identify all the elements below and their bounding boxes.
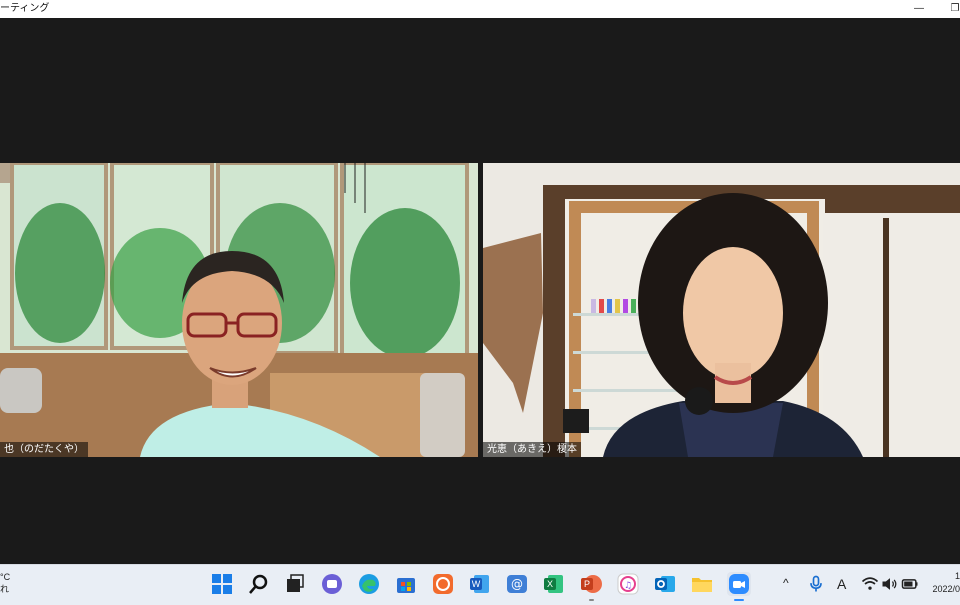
- weather-temp: °C: [0, 572, 11, 582]
- svg-text:X: X: [547, 579, 553, 589]
- minimize-button[interactable]: —: [904, 0, 934, 18]
- clock[interactable]: 1 2022/0: [924, 570, 960, 596]
- ime-indicator[interactable]: A: [837, 576, 846, 592]
- window-title: ーティング: [0, 3, 50, 14]
- file-explorer-icon[interactable]: [690, 572, 714, 596]
- active-indicator: [734, 599, 744, 601]
- teams-chat-icon[interactable]: [320, 572, 344, 596]
- search-icon[interactable]: [247, 572, 271, 596]
- svg-text:♫: ♫: [624, 581, 632, 591]
- word-icon[interactable]: W: [468, 572, 492, 596]
- video-frame-right: [483, 163, 960, 457]
- outlook-icon[interactable]: [653, 572, 677, 596]
- microphone-icon[interactable]: [806, 574, 826, 594]
- zoom-icon[interactable]: [727, 572, 751, 601]
- svg-text:W: W: [472, 579, 481, 589]
- weather-condition: れ: [0, 584, 10, 594]
- taskbar: °C れ W @ X P ♫ ^ A 1 2022/0: [0, 564, 960, 605]
- app-orange-icon[interactable]: [431, 572, 455, 596]
- weather-widget[interactable]: °C れ: [0, 571, 10, 595]
- task-view-icon[interactable]: [283, 572, 307, 596]
- video-tile-left[interactable]: 也（のだたくや）: [0, 163, 478, 457]
- participant-name-left: 也（のだたくや）: [0, 442, 88, 457]
- itunes-icon[interactable]: ♫: [616, 572, 640, 596]
- video-tile-right[interactable]: 光恵（あきえ）榎本: [483, 163, 960, 457]
- video-frame-left: [0, 163, 478, 457]
- powerpoint-icon[interactable]: P: [579, 572, 603, 601]
- restore-button[interactable]: ❐: [940, 0, 960, 18]
- wifi-icon[interactable]: [860, 574, 880, 594]
- title-bar: ーティング — ❐: [0, 0, 960, 18]
- mail-at-icon[interactable]: @: [505, 572, 529, 596]
- clock-date: 2022/0: [932, 584, 960, 594]
- store-icon[interactable]: [394, 572, 418, 596]
- excel-icon[interactable]: X: [542, 572, 566, 596]
- running-indicator: [589, 599, 594, 601]
- volume-icon[interactable]: [880, 574, 900, 594]
- start-icon[interactable]: [210, 572, 234, 596]
- svg-text:P: P: [584, 579, 590, 589]
- clock-time: 1: [954, 571, 960, 581]
- tray-chevron-icon[interactable]: ^: [783, 576, 789, 590]
- svg-text:@: @: [511, 577, 523, 591]
- meeting-stage: 也（のだたくや） 光恵（あきえ）榎本: [0, 18, 960, 564]
- battery-icon[interactable]: [900, 574, 920, 594]
- participant-name-right: 光恵（あきえ）榎本: [483, 442, 581, 457]
- edge-icon[interactable]: [357, 572, 381, 596]
